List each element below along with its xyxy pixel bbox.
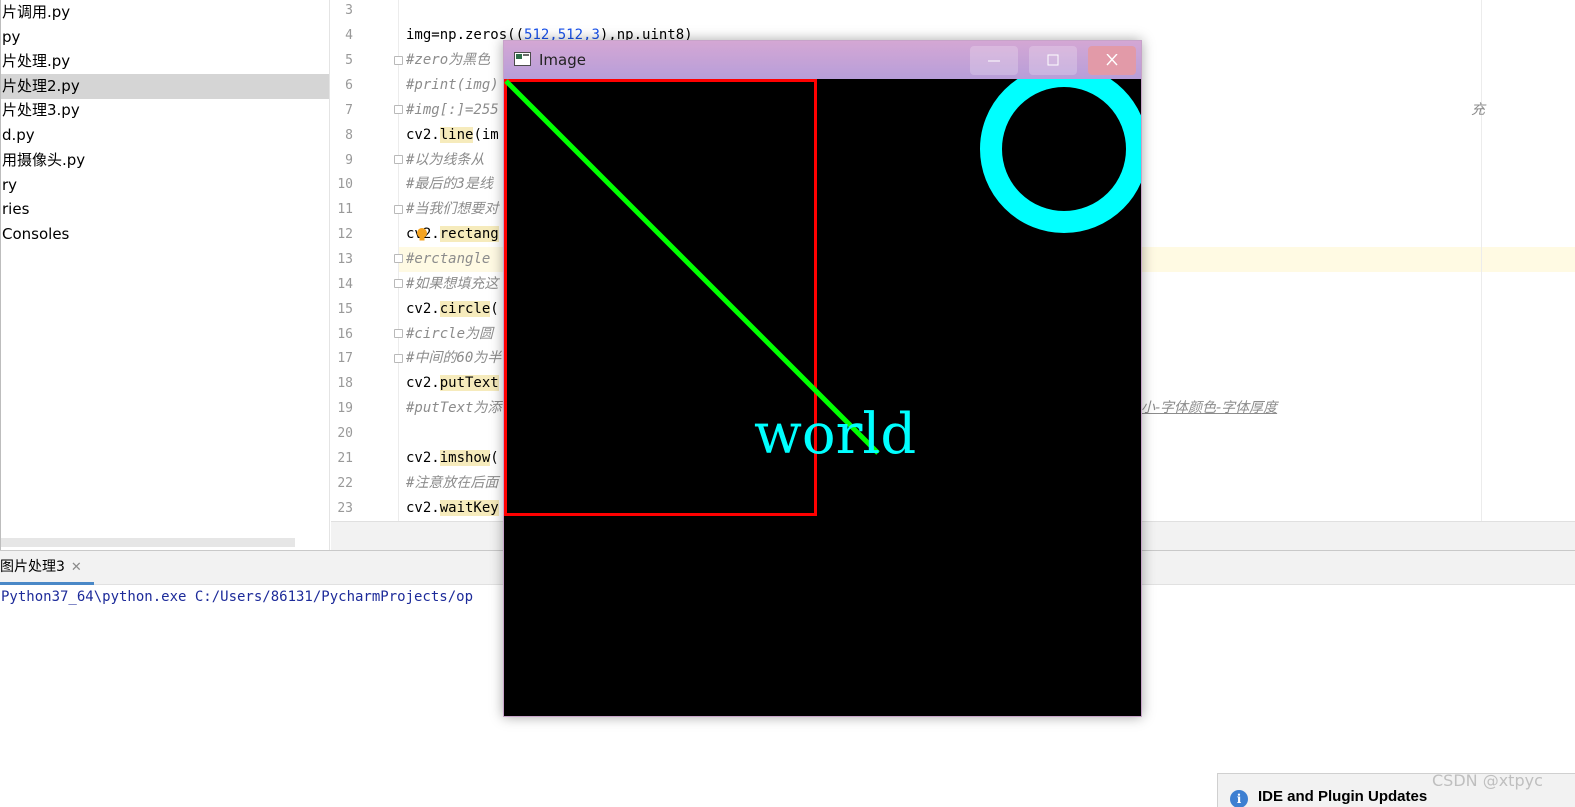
line-number: 4 [345,28,353,43]
line-number: 15 [337,302,353,317]
run-tab-label: 图片处理3 [0,559,65,575]
project-tree: 片调用.py py 片处理.py 片处理2.py 片处理3.py d.py 用摄… [0,0,330,550]
code-line: cv2.line(im [406,127,499,143]
minimize-button[interactable] [970,46,1018,75]
fold-marker-icon[interactable] [394,354,403,363]
opencv-image-window[interactable]: Image world [503,40,1142,717]
line-number: 9 [345,153,353,168]
line-number: 11 [337,202,353,217]
line-number: 8 [345,128,353,143]
tree-item[interactable]: 用摄像头.py [1,148,329,173]
line-number: 13 [337,252,353,267]
minimize-icon [988,60,1000,62]
info-icon: i [1230,790,1248,807]
close-button[interactable] [1088,46,1136,75]
fold-marker-icon[interactable] [394,56,403,65]
tree-item[interactable]: 片处理3.py [1,98,329,123]
line-number: 18 [337,376,353,391]
code-comment: #zero为黑色 [406,52,491,68]
line-number: 7 [345,103,353,118]
fold-marker-icon[interactable] [394,105,403,114]
close-icon [1106,54,1118,66]
line-number: 6 [345,78,353,93]
right-margin-guide [1481,0,1482,521]
tree-item-scratches-consoles[interactable]: Consoles [1,222,329,247]
code-comment: #putText为添 [406,400,502,416]
code-line: cv2.imshow( [406,450,499,466]
line-number: 17 [337,351,353,366]
line-number: 22 [337,476,353,491]
drawn-text: world [754,402,916,467]
app-icon [514,52,531,66]
watermark: CSDN @xtpyc [1432,771,1543,790]
code-comment: #erctangle [406,251,491,267]
line-number: 10 [337,177,353,192]
code-comment: #以为线条从 [406,152,485,168]
code-comment: #circle为圆 [406,326,494,342]
code-line: cv2.circle( [406,301,499,317]
line-number: 14 [337,277,353,292]
run-tab[interactable]: 图片处理3 ✕ [0,551,92,584]
console-output: Python37_64\python.exe C:/Users/86131/Py… [1,589,474,605]
tree-item[interactable]: d.py [1,123,329,148]
line-number: 16 [337,327,353,342]
line-number: 19 [337,401,353,416]
window-title: Image [539,51,586,69]
tree-item-external-libraries[interactable]: ries [1,197,329,222]
line-number: 23 [337,501,353,516]
code-line: cv2.waitKey [406,500,499,516]
notification-title: IDE and Plugin Updates [1258,788,1428,805]
image-canvas[interactable]: world [504,79,1141,716]
line-number: 5 [345,53,353,68]
code-comment: #最后的3是线 [406,176,493,192]
lightbulb-icon[interactable] [416,228,428,242]
line-number: 12 [337,227,353,242]
tree-item-selected[interactable]: 片处理2.py [1,74,329,99]
line-number: 3 [345,3,353,18]
code-comment: #注意放在后面 [406,475,499,491]
code-comment: #img[:]=255 [406,102,499,118]
code-comment: #中间的60为半 [406,350,502,366]
code-comment: #当我们想要对 [406,201,499,217]
fold-marker-icon[interactable] [394,254,403,263]
window-titlebar[interactable]: Image [504,41,1141,79]
fold-marker-icon[interactable] [394,155,403,164]
code-comment: #print(img) [406,77,499,93]
code-line: cv2.putText [406,375,499,391]
code-comment-overflow: 充 [1471,102,1485,118]
tree-item[interactable]: py [1,25,329,50]
code-comment-overflow: 小-字体颜色-字体厚度 [1141,400,1278,416]
tree-item[interactable]: 片调用.py [1,0,329,25]
fold-marker-icon[interactable] [394,205,403,214]
tree-item[interactable]: 片处理.py [1,49,329,74]
close-icon[interactable]: ✕ [71,560,82,575]
fold-marker-icon[interactable] [394,279,403,288]
maximize-icon [1047,54,1059,66]
line-number: 21 [337,451,353,466]
line-number-gutter: 3 4 5 6 7 8 9 10 11 12 13 14 15 16 17 18… [331,0,399,521]
fold-marker-icon[interactable] [394,329,403,338]
tree-item[interactable]: ry [1,173,329,198]
maximize-button[interactable] [1029,46,1077,75]
line-number: 20 [337,426,353,441]
code-comment: #如果想填充这 [406,276,499,292]
horizontal-scrollbar[interactable] [1,538,295,547]
